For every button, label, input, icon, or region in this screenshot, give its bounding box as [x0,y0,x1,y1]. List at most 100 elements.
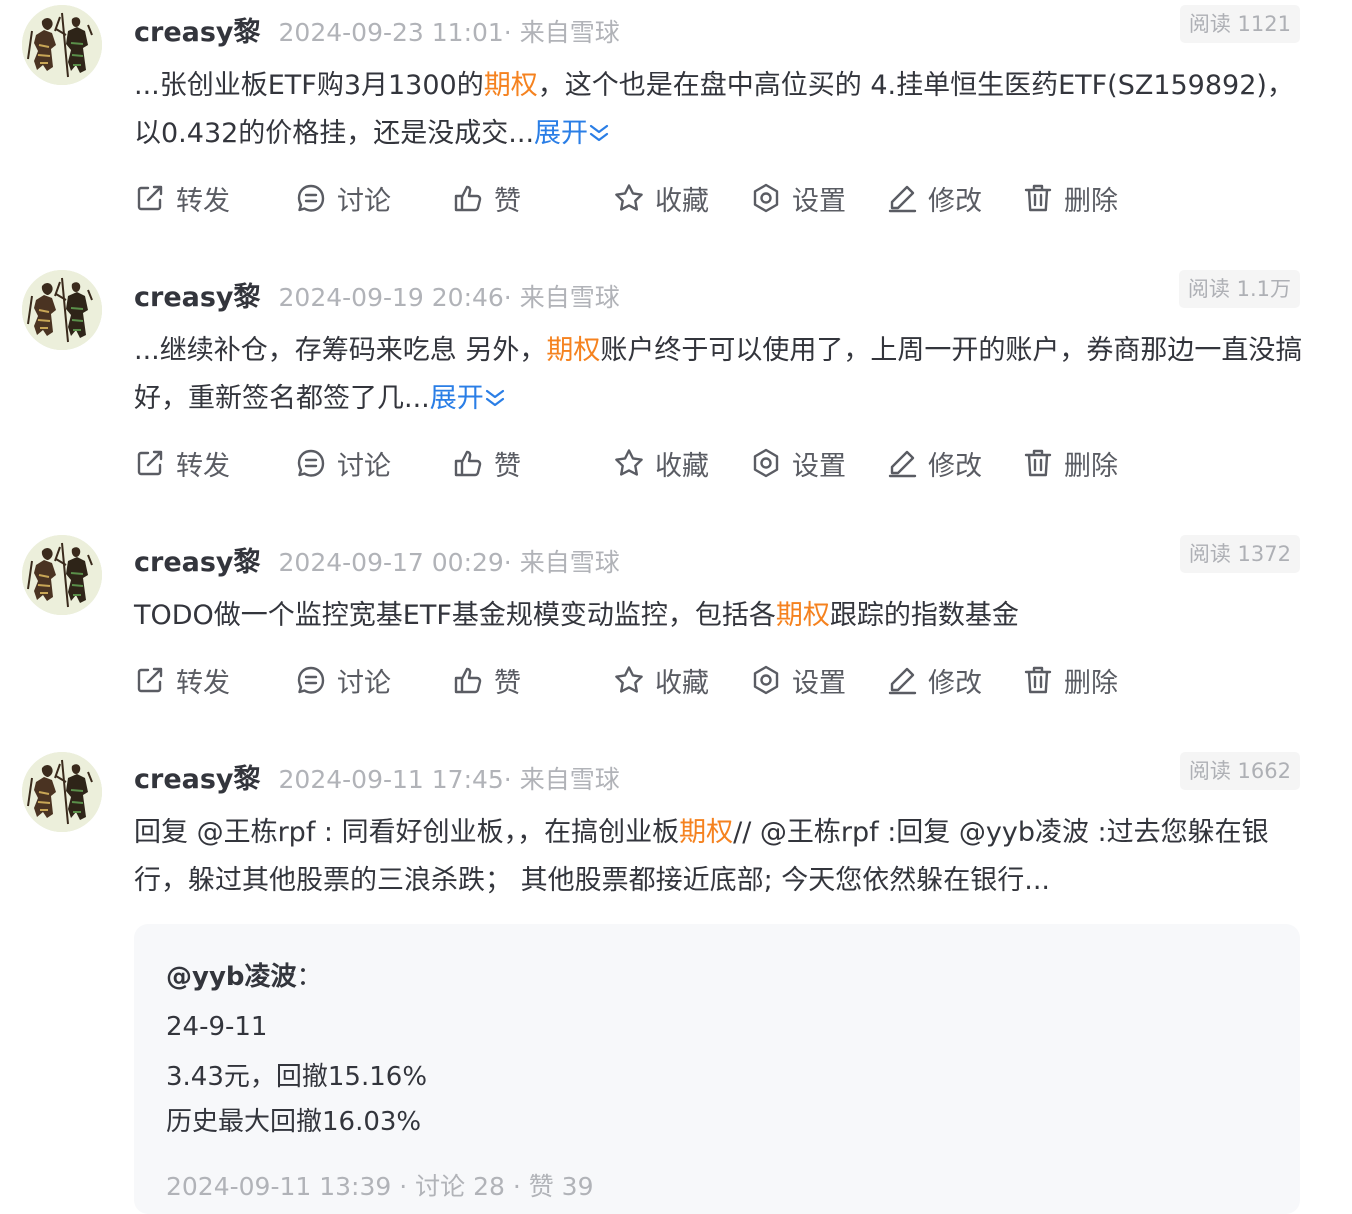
discuss-label: 讨论 [337,450,391,482]
read-count-badge: 阅读 1.1万 [1178,270,1300,308]
edit-label: 修改 [928,667,982,699]
post-text-before: 回复 @王栋rpf : 同看好创业板，，在搞创业板 [134,817,680,848]
thumbs-up-icon [452,664,484,696]
star-icon [613,447,645,479]
favorite-button[interactable]: 收藏 [613,660,709,700]
settings-label: 设置 [792,667,846,699]
forward-button[interactable]: 转发 [134,443,230,483]
trash-icon [1022,182,1054,214]
post-meta: 2024-09-19 20:46· 来自雪球 [278,283,620,312]
gear-icon [750,664,782,696]
delete-label: 删除 [1064,185,1118,217]
forward-button[interactable]: 转发 [134,660,230,700]
favorite-button[interactable]: 收藏 [613,443,709,483]
post-text[interactable]: ...张创业板ETF购3月1300的期权，这个也是在盘中高位买的 4.挂单恒生医… [134,62,1304,158]
post-text-before: ...张创业板ETF购3月1300的 [134,70,484,101]
like-button[interactable]: 赞 [452,178,521,218]
settings-label: 设置 [792,185,846,217]
pen-icon [886,664,918,696]
avatar[interactable] [22,535,102,615]
expand-label: 展开 [534,118,589,149]
settings-label: 设置 [792,450,846,482]
discuss-label: 讨论 [337,667,391,699]
pen-icon [886,447,918,479]
username[interactable]: creasy黎 [134,540,261,579]
edit-button[interactable]: 修改 [886,443,982,483]
username[interactable]: creasy黎 [134,10,261,49]
edit-label: 修改 [928,450,982,482]
post-text-after: 跟踪的指数基金 [829,600,1019,631]
thumbs-up-icon [452,447,484,479]
quoted-username: @yyb凌波 [166,962,297,992]
discuss-button[interactable]: 讨论 [295,443,391,483]
favorite-label: 收藏 [655,450,709,482]
quoted-post[interactable]: @yyb凌波： 24-9-11 3.43元，回撤15.16% 历史最大回撤16.… [134,924,1300,1214]
settings-button[interactable]: 设置 [750,178,846,218]
keyword-highlight: 期权 [679,817,734,848]
quoted-colon: ： [296,962,323,992]
keyword-highlight: 期权 [546,335,601,366]
action-bar: 转发 讨论 赞 收藏 设置 修改 删除 [134,660,1334,700]
like-label: 赞 [494,450,521,482]
post-text[interactable]: ...继续补仓，存筹码来吃息 另外，期权账户终于可以使用了，上周一开的账户，券商… [134,327,1304,423]
edit-button[interactable]: 修改 [886,660,982,700]
edit-button[interactable]: 修改 [886,178,982,218]
delete-button[interactable]: 删除 [1022,660,1118,700]
like-label: 赞 [494,667,521,699]
forward-icon [134,447,166,479]
action-bar: 转发 讨论 赞 收藏 设置 修改 删除 [134,443,1334,483]
quoted-footer: 2024-09-11 13:39 · 讨论 28 · 赞 39 [166,1172,594,1201]
post-meta: 2024-09-17 00:29· 来自雪球 [278,548,620,577]
delete-button[interactable]: 删除 [1022,178,1118,218]
expand-link[interactable]: 展开 [534,118,610,149]
discuss-button[interactable]: 讨论 [295,660,391,700]
read-count-badge: 阅读 1662 [1179,752,1300,790]
quoted-line: 24-9-11 [166,1012,268,1042]
forward-label: 转发 [176,450,230,482]
comment-icon [295,182,327,214]
avatar[interactable] [22,752,102,832]
gear-icon [750,182,782,214]
delete-label: 删除 [1064,667,1118,699]
settings-button[interactable]: 设置 [750,443,846,483]
comment-icon [295,664,327,696]
quoted-line: 3.43元，回撤15.16% [166,1062,428,1092]
like-label: 赞 [494,185,521,217]
favorite-label: 收藏 [655,185,709,217]
star-icon [613,182,645,214]
star-icon [613,664,645,696]
gear-icon [750,447,782,479]
expand-link[interactable]: 展开 [430,383,506,414]
forward-label: 转发 [176,185,230,217]
post-meta: 2024-09-11 17:45· 来自雪球 [278,765,620,794]
pen-icon [886,182,918,214]
post-text-before: ...继续补仓，存筹码来吃息 另外， [134,335,547,366]
avatar[interactable] [22,270,102,350]
discuss-button[interactable]: 讨论 [295,178,391,218]
post-text[interactable]: 回复 @王栋rpf : 同看好创业板，，在搞创业板期权// @王栋rpf :回复… [134,809,1304,905]
favorite-button[interactable]: 收藏 [613,178,709,218]
forward-icon [134,664,166,696]
avatar[interactable] [22,5,102,85]
keyword-highlight: 期权 [483,70,538,101]
chevron-down-icon [588,123,610,143]
chevron-down-icon [484,388,506,408]
username[interactable]: creasy黎 [134,757,261,796]
thumbs-up-icon [452,182,484,214]
delete-button[interactable]: 删除 [1022,443,1118,483]
comment-icon [295,447,327,479]
like-button[interactable]: 赞 [452,660,521,700]
discuss-label: 讨论 [337,185,391,217]
post-text[interactable]: TODO做一个监控宽基ETF基金规模变动监控，包括各期权跟踪的指数基金 [134,592,1304,640]
delete-label: 删除 [1064,450,1118,482]
trash-icon [1022,664,1054,696]
read-count-badge: 阅读 1121 [1179,5,1300,43]
settings-button[interactable]: 设置 [750,660,846,700]
username[interactable]: creasy黎 [134,275,261,314]
quoted-user[interactable]: @yyb凌波： [166,956,323,993]
like-button[interactable]: 赞 [452,443,521,483]
forward-icon [134,182,166,214]
post-meta: 2024-09-23 11:01· 来自雪球 [278,18,620,47]
forward-label: 转发 [176,667,230,699]
forward-button[interactable]: 转发 [134,178,230,218]
